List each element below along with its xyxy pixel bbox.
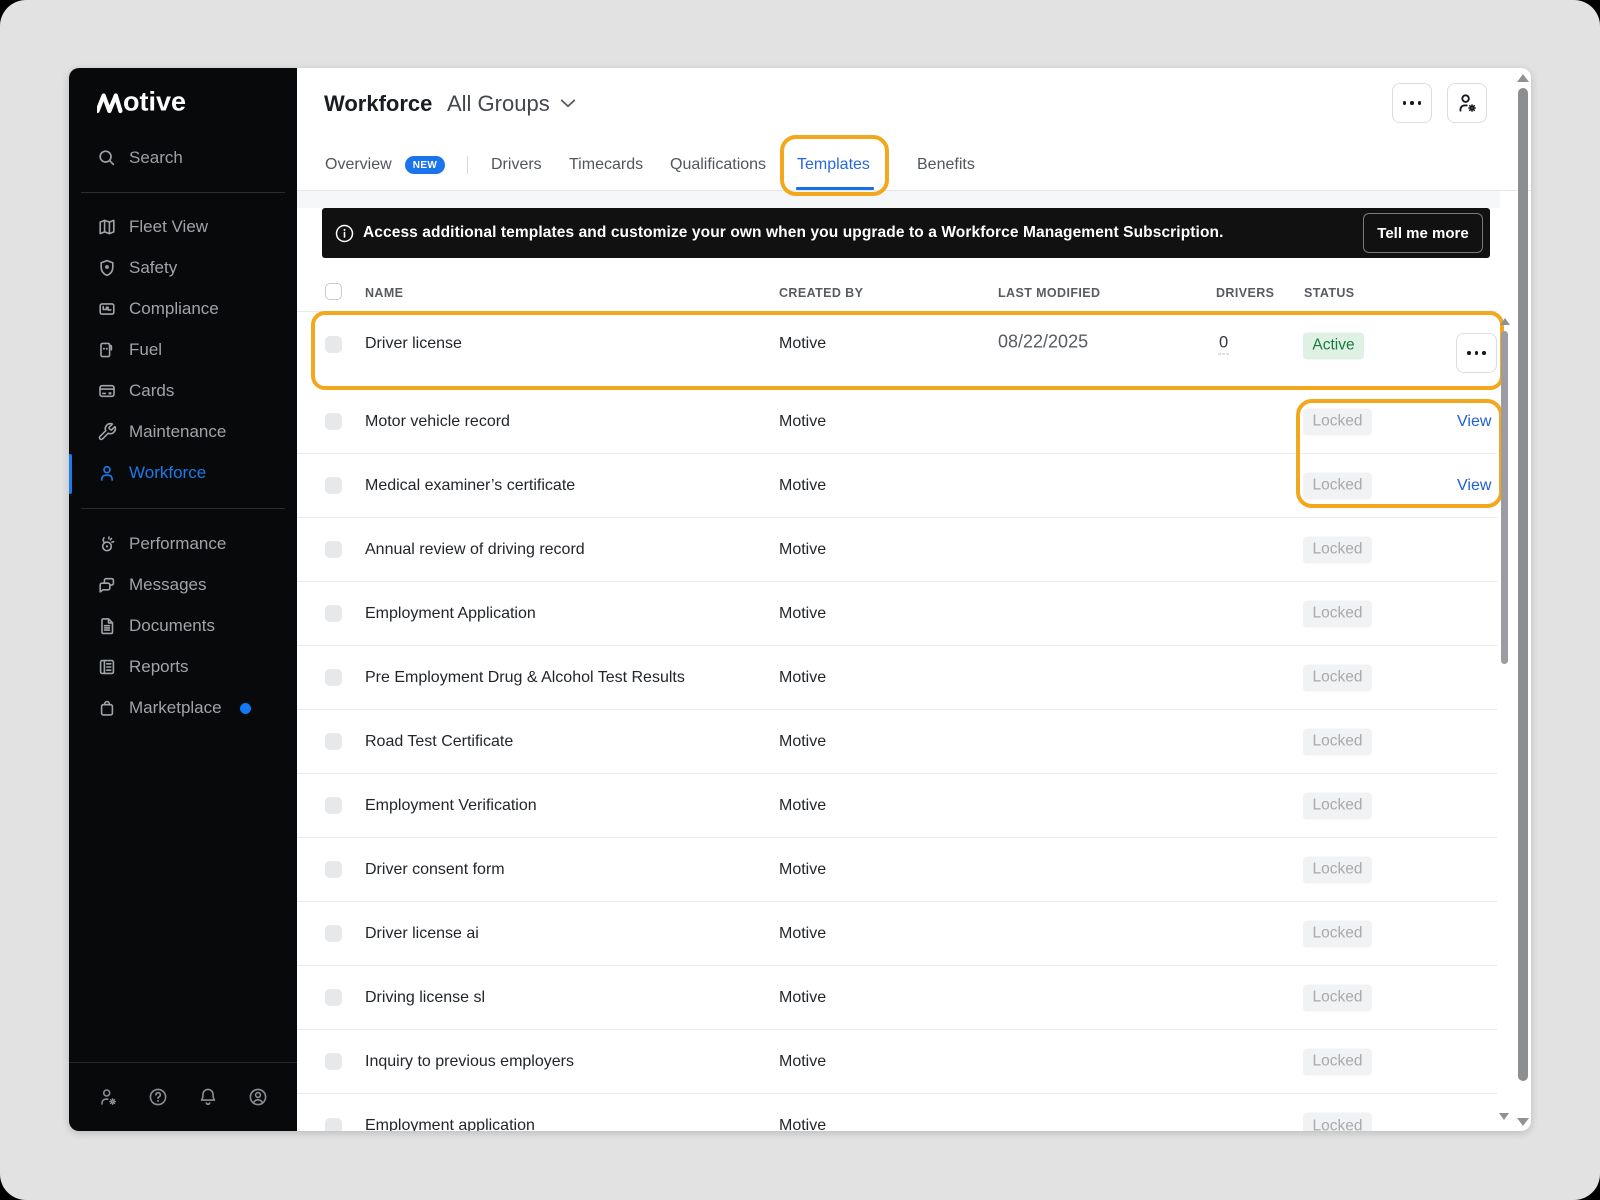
svg-text:otive: otive: [123, 88, 186, 114]
